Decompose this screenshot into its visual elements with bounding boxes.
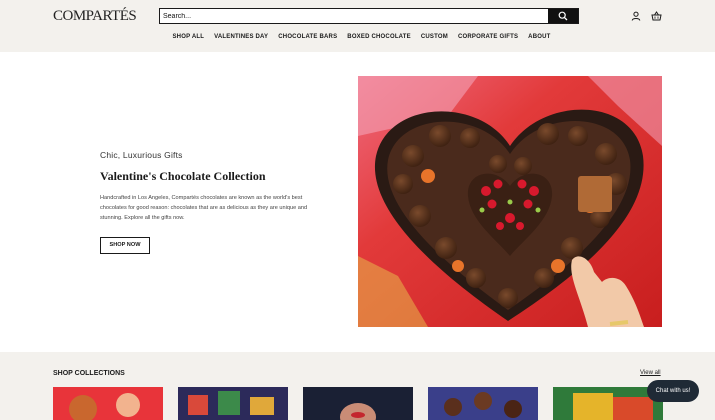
hero-text: Chic, Luxurious Gifts Valentine's Chocol… [100, 150, 320, 254]
collection-tile[interactable] [178, 387, 288, 420]
cart-button[interactable] [651, 10, 662, 21]
nav-valentines-day[interactable]: VALENTINES DAY [209, 32, 273, 42]
main-nav: SHOP ALL VALENTINES DAY CHOCOLATE BARS B… [0, 32, 715, 42]
nav-shop-all[interactable]: SHOP ALL [167, 32, 209, 42]
collection-image [53, 387, 163, 420]
hero-image[interactable] [358, 76, 662, 327]
nav-boxed-chocolate[interactable]: BOXED CHOCOLATE [342, 32, 416, 42]
user-icon [631, 11, 640, 21]
nav-about[interactable]: ABOUT [523, 32, 555, 42]
collection-image [428, 387, 538, 420]
nav-corporate-gifts[interactable]: CORPORATE GIFTS [453, 32, 523, 42]
chocolate-box-illustration [358, 76, 662, 327]
search-button[interactable] [548, 9, 578, 23]
search-bar [159, 8, 579, 24]
brand-logo[interactable]: COMPARTÉS [53, 8, 137, 25]
view-all-link[interactable]: View all [640, 370, 661, 376]
site-header: COMPARTÉS SHOP ALL VALENT [0, 0, 715, 52]
collection-image [303, 387, 413, 420]
collection-tile[interactable] [53, 387, 163, 420]
search-input[interactable] [160, 9, 548, 23]
collections-title: SHOP COLLECTIONS [53, 370, 125, 377]
shop-collections: SHOP COLLECTIONS View all [0, 352, 715, 420]
basket-icon [651, 10, 662, 20]
nav-custom[interactable]: CUSTOM [416, 32, 453, 42]
collection-image [178, 387, 288, 420]
account-button[interactable] [630, 10, 641, 21]
header-actions [630, 10, 662, 21]
search-icon [558, 11, 568, 21]
collection-tile[interactable] [303, 387, 413, 420]
nav-chocolate-bars[interactable]: CHOCOLATE BARS [273, 32, 342, 42]
collection-tile[interactable] [428, 387, 538, 420]
hero-title: Valentine's Chocolate Collection [100, 169, 266, 183]
shop-now-button[interactable]: SHOP NOW [100, 237, 150, 254]
hero-eyebrow: Chic, Luxurious Gifts [100, 150, 183, 160]
chat-button[interactable]: Chat with us! [647, 380, 699, 402]
hero-description: Handcrafted in Los Angeles, Compartés ch… [100, 195, 308, 221]
